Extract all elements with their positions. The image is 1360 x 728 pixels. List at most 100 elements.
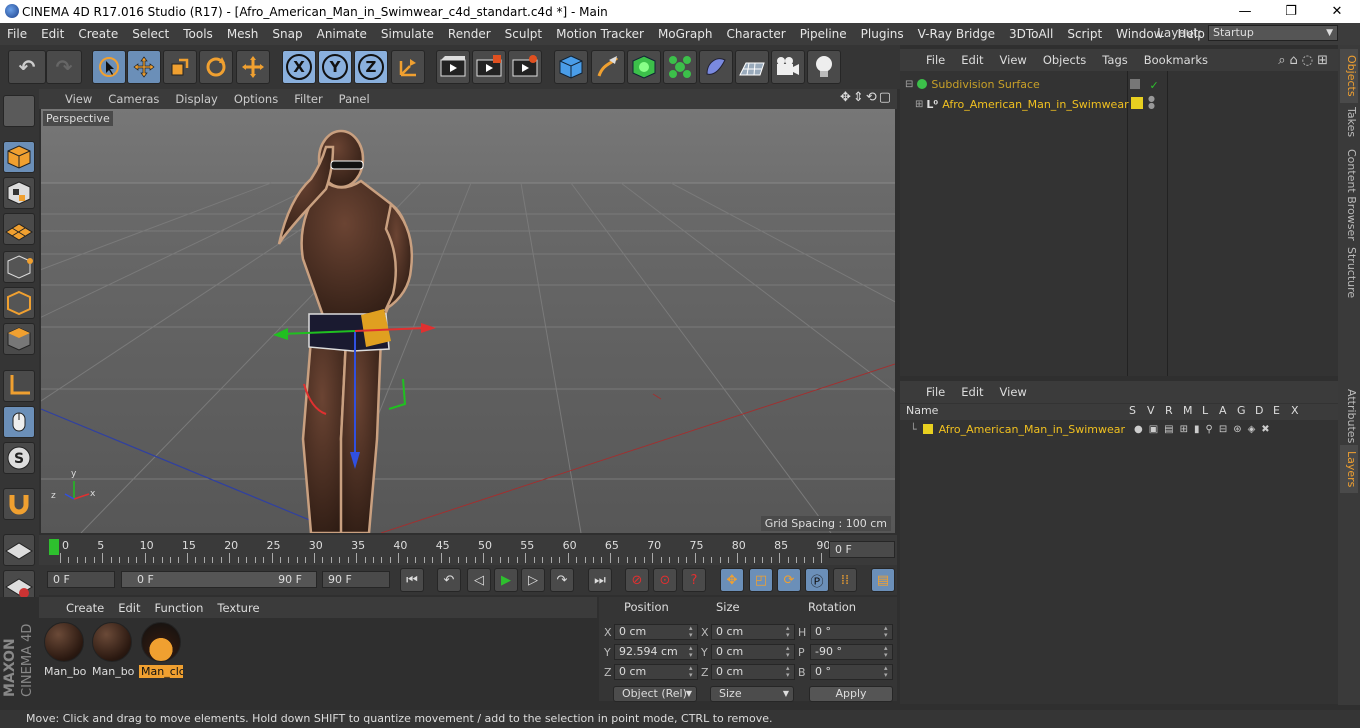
coordinate-mode-dropdown[interactable]: Object (Rel) ▼ [613,686,697,702]
viewport-menu-panel[interactable]: Panel [331,92,378,106]
material-swatch[interactable]: Man_bo [42,622,86,680]
object-row-subdivision-surface[interactable]: ⊟ Subdivision Surface [905,76,1125,92]
menu-select[interactable]: Select [125,27,176,41]
z-axis-lock-button[interactable]: Z [354,50,388,84]
timeline-ruler[interactable]: 0 5 10 15 20 25 30 35 40 45 50 55 60 65 70 75 80 85 90 0 F [39,535,897,565]
cloner-icon[interactable] [663,50,697,84]
record-position-icon[interactable]: ✥ [720,568,744,592]
tab-layers[interactable]: Layers [1340,445,1358,494]
next-key-icon[interactable]: ↷ [550,568,574,592]
object-menu-file[interactable]: File [918,53,953,67]
position-y-field[interactable]: 92.594 cm [614,644,698,660]
tweak-mode-icon[interactable] [3,406,35,438]
collapse-icon[interactable]: ⊟ [905,79,913,90]
menu-create[interactable]: Create [71,27,125,41]
model-mode-icon[interactable] [3,141,35,173]
record-active-objects-icon[interactable]: ⊘ [625,568,649,592]
layer-flags-icons[interactable]: ●▣▤⊞▮⚲⊟⊛◈✖ [1134,424,1276,435]
magnet-icon[interactable] [3,488,35,520]
layout-dropdown[interactable]: Startup ▼ [1208,25,1338,41]
menu-vray-bridge[interactable]: V-Ray Bridge [911,27,1002,41]
layer-col-xrefs[interactable]: X [1291,404,1299,417]
tab-attributes[interactable]: Attributes [1340,383,1358,449]
previous-key-icon[interactable]: ↶ [437,568,461,592]
size-mode-dropdown[interactable]: Size ▼ [710,686,794,702]
light-icon[interactable] [807,50,841,84]
object-row-afro-man[interactable]: ⊞ L⁰ Afro_American_Man_in_Swimwear [915,96,1130,112]
go-to-end-icon[interactable]: ⏭ [588,568,612,592]
end-frame-field[interactable]: 90 F [322,571,390,588]
redo-icon[interactable]: ↷ [46,50,82,84]
object-menu-view[interactable]: View [992,53,1035,67]
frame-range-slider[interactable]: 0 F 90 F [121,571,317,588]
material-menu-create[interactable]: Create [39,601,112,615]
menu-script[interactable]: Script [1060,27,1109,41]
keyframe-selection-icon[interactable]: ? [682,568,706,592]
object-menu-objects[interactable]: Objects [1035,53,1094,67]
layer-col-render[interactable]: R [1165,404,1173,417]
texture-mode-icon[interactable] [3,177,35,209]
enabled-check-icon[interactable]: ✓ [1150,79,1159,92]
undo-icon[interactable]: ↶ [8,50,46,84]
transform-tool-icon[interactable] [236,50,270,84]
object-menu-bookmarks[interactable]: Bookmarks [1136,53,1216,67]
tab-content-browser[interactable]: Content Browser [1340,143,1358,247]
locked-workplane-icon[interactable] [3,534,35,566]
menu-edit[interactable]: Edit [34,27,71,41]
position-z-field[interactable]: 0 cm [614,664,698,680]
viewport-menu-options[interactable]: Options [226,92,286,106]
size-y-field[interactable]: 0 cm [711,644,795,660]
record-rotation-icon[interactable]: ⟳ [777,568,801,592]
layer-menu-view[interactable]: View [992,385,1035,399]
render-picture-viewer-icon[interactable] [472,50,506,84]
layer-col-expressions[interactable]: E [1273,404,1280,417]
rotation-h-field[interactable]: 0 ° [810,624,893,640]
record-pla-icon[interactable]: ⁞⁞ [833,568,857,592]
layer-color-tag[interactable] [1131,97,1143,109]
menu-sculpt[interactable]: Sculpt [498,27,549,41]
menu-snap[interactable]: Snap [265,27,309,41]
rotate-tool-icon[interactable] [199,50,233,84]
apply-button[interactable]: Apply [809,686,893,702]
camera-icon[interactable] [771,50,805,84]
menu-character[interactable]: Character [719,27,792,41]
polygons-mode-icon[interactable] [3,323,35,355]
deformer-icon[interactable] [699,50,733,84]
layer-col-animation[interactable]: A [1219,404,1227,417]
pen-spline-icon[interactable] [591,50,625,84]
editor-visibility-icon[interactable] [1130,79,1140,89]
make-editable-icon[interactable] [3,95,35,127]
viewport-menu-filter[interactable]: Filter [286,92,330,106]
expand-icon[interactable]: ⊞ [915,99,923,110]
menu-file[interactable]: File [0,27,34,41]
material-swatch[interactable]: Man_bo [90,622,134,680]
coordinate-system-icon[interactable] [391,50,425,84]
layer-col-deformers[interactable]: D [1255,404,1263,417]
subdivision-surface-icon[interactable] [627,50,661,84]
layer-menu-file[interactable]: File [918,385,953,399]
scale-tool-icon[interactable] [163,50,197,84]
size-x-field[interactable]: 0 cm [711,624,795,640]
tab-structure[interactable]: Structure [1340,241,1358,304]
menu-render[interactable]: Render [441,27,498,41]
layer-row[interactable]: └ Afro_American_Man_in_Swimwear ●▣▤⊞▮⚲⊟⊛… [910,421,1330,437]
menu-motion-tracker[interactable]: Motion Tracker [549,27,651,41]
menu-3dtoall[interactable]: 3DToAll [1002,27,1060,41]
position-x-field[interactable]: 0 cm [614,624,698,640]
layer-col-manager[interactable]: M [1183,404,1193,417]
menu-plugins[interactable]: Plugins [854,27,911,41]
start-frame-field[interactable]: 0 F [47,571,115,588]
floor-environment-icon[interactable] [735,50,769,84]
menu-animate[interactable]: Animate [310,27,374,41]
autokeying-icon[interactable]: ⊙ [653,568,677,592]
current-frame-field[interactable]: 0 F [829,541,895,558]
render-view-icon[interactable] [436,50,470,84]
play-icon[interactable]: ▶ [494,568,518,592]
material-swatch-selected[interactable]: Man_clc [139,622,183,680]
viewport-menu-display[interactable]: Display [167,92,225,106]
tab-objects[interactable]: Objects [1340,49,1358,103]
points-mode-icon[interactable] [3,251,35,283]
viewport-menu-cameras[interactable]: Cameras [100,92,167,106]
material-menu-function[interactable]: Function [149,601,212,615]
layer-color-swatch[interactable] [922,424,933,434]
